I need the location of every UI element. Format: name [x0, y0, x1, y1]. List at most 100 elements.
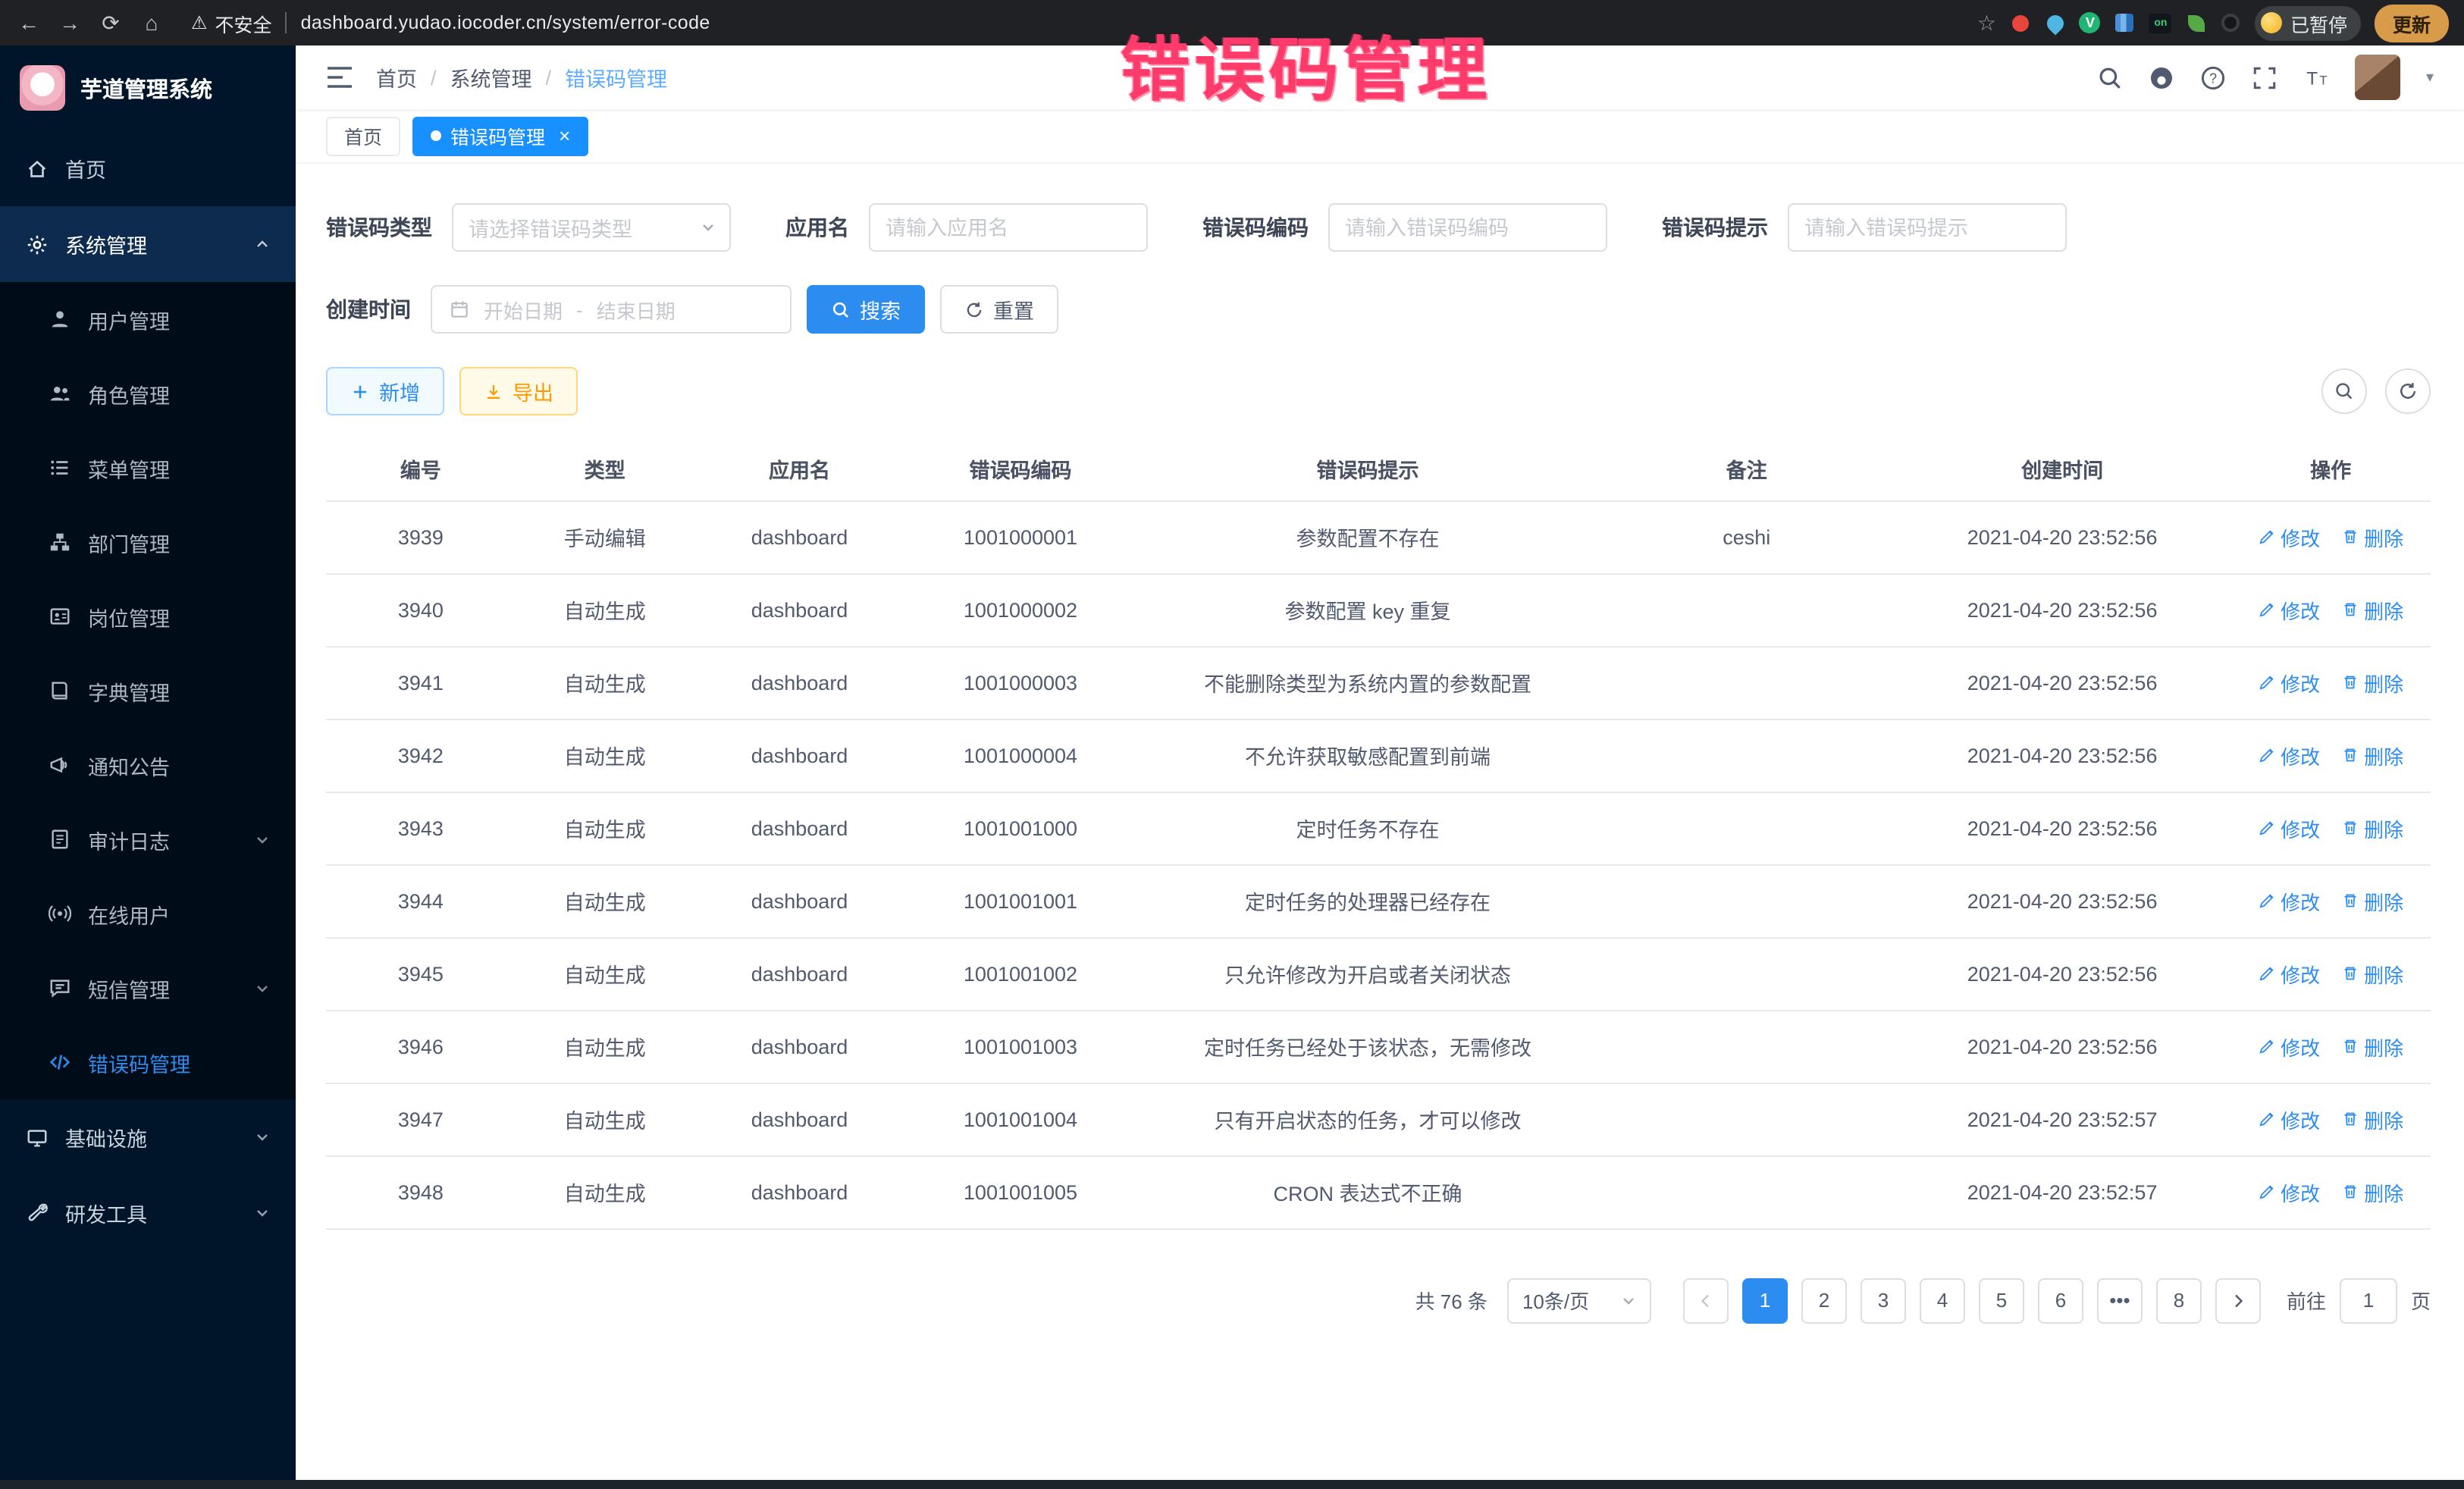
browser-update-button[interactable]: 更新 — [2375, 4, 2449, 42]
edit-link[interactable]: 修改 — [2258, 522, 2320, 551]
delete-link[interactable]: 删除 — [2341, 741, 2403, 770]
user-avatar[interactable] — [2355, 55, 2400, 100]
sidebar-item-6[interactable]: 岗位管理 — [0, 579, 296, 654]
delete-link[interactable]: 删除 — [2341, 522, 2403, 551]
error-code-input[interactable] — [1328, 203, 1607, 252]
reload-icon[interactable]: ⟳ — [97, 10, 124, 36]
breadcrumb-item-1[interactable]: 系统管理 — [450, 62, 532, 92]
sidebar-item-0[interactable]: 首页 — [0, 130, 296, 206]
help-icon[interactable]: ? — [2200, 64, 2226, 90]
edit-link[interactable]: 修改 — [2258, 886, 2320, 915]
delete-link[interactable]: 删除 — [2341, 886, 2403, 915]
extension-grid-icon[interactable] — [2114, 12, 2136, 33]
sidebar-item-14[interactable]: 研发工具 — [0, 1175, 296, 1251]
cell-hint: 只有开启状态的任务，才可以修改 — [1136, 1083, 1600, 1155]
search-button[interactable]: 搜索 — [807, 285, 925, 334]
delete-link[interactable]: 删除 — [2341, 595, 2403, 624]
edit-link[interactable]: 修改 — [2258, 668, 2320, 697]
extension-red-icon[interactable] — [2010, 12, 2031, 33]
github-icon[interactable] — [2149, 64, 2174, 90]
back-icon[interactable]: ← — [15, 11, 42, 35]
calendar-icon — [449, 299, 470, 320]
page-size-select[interactable]: 10条/页 — [1507, 1277, 1651, 1323]
extension-v-icon[interactable]: V — [2080, 12, 2101, 33]
error-type-select[interactable]: 请选择错误码类型 — [452, 203, 731, 252]
sidebar-item-7[interactable]: 字典管理 — [0, 654, 296, 728]
security-label: 不安全 — [215, 8, 272, 37]
cell-app: dashboard — [694, 1155, 905, 1228]
delete-link[interactable]: 删除 — [2341, 813, 2403, 842]
page-button-8[interactable]: 8 — [2156, 1277, 2202, 1323]
home-icon[interactable]: ⌂ — [138, 11, 165, 35]
extension-knot-icon[interactable] — [2221, 12, 2242, 33]
fullscreen-icon[interactable] — [2252, 64, 2277, 90]
edit-link[interactable]: 修改 — [2258, 959, 2320, 988]
date-range-picker[interactable]: 开始日期 - 结束日期 — [431, 285, 792, 334]
cell-type: 自动生成 — [516, 1083, 694, 1155]
close-icon[interactable]: × — [559, 126, 570, 146]
breadcrumb-item-2[interactable]: 错误码管理 — [565, 62, 667, 92]
extension-leaf-icon[interactable] — [2186, 12, 2207, 33]
browser-profile-chip[interactable]: 已暂停 — [2256, 5, 2361, 40]
pagination-ellipsis[interactable]: ••• — [2097, 1277, 2143, 1323]
delete-link[interactable]: 删除 — [2341, 959, 2403, 988]
breadcrumb-item-0[interactable]: 首页 — [376, 62, 417, 92]
security-indicator[interactable]: ⚠ 不安全 — [191, 8, 272, 37]
font-size-icon[interactable]: TT — [2303, 64, 2329, 90]
sidebar-item-8[interactable]: 通知公告 — [0, 728, 296, 802]
page-button-3[interactable]: 3 — [1861, 1277, 1906, 1323]
page-button-1[interactable]: 1 — [1742, 1277, 1788, 1323]
page-button-2[interactable]: 2 — [1801, 1277, 1847, 1323]
extension-on-icon[interactable]: on — [2149, 13, 2172, 33]
column-header: 操作 — [2230, 437, 2431, 500]
cell-actions: 修改删除 — [2230, 719, 2431, 792]
sidebar-item-5[interactable]: 部门管理 — [0, 505, 296, 579]
address-url[interactable]: dashboard.yudao.iocoder.cn/system/error-… — [301, 12, 710, 33]
sidebar-item-4[interactable]: 菜单管理 — [0, 431, 296, 505]
collapse-menu-icon[interactable] — [326, 67, 353, 88]
reset-button[interactable]: 重置 — [940, 285, 1058, 334]
delete-link[interactable]: 删除 — [2341, 1105, 2403, 1133]
sidebar-item-9[interactable]: 审计日志 — [0, 802, 296, 876]
cell-time: 2021-04-20 23:52:56 — [1894, 937, 2230, 1010]
forward-icon[interactable]: → — [56, 11, 83, 35]
next-page-button[interactable] — [2215, 1277, 2261, 1323]
extension-drop-icon[interactable] — [2045, 12, 2066, 33]
edit-link[interactable]: 修改 — [2258, 1032, 2320, 1061]
edit-link[interactable]: 修改 — [2258, 741, 2320, 770]
goto-page-input[interactable] — [2340, 1277, 2397, 1323]
edit-link[interactable]: 修改 — [2258, 595, 2320, 624]
sidebar-item-1[interactable]: 系统管理 — [0, 206, 296, 282]
sidebar-item-3[interactable]: 角色管理 — [0, 356, 296, 431]
toolbar-refresh-icon[interactable] — [2385, 368, 2431, 414]
sidebar-item-10[interactable]: 在线用户 — [0, 876, 296, 951]
sidebar-item-11[interactable]: 短信管理 — [0, 951, 296, 1025]
search-icon[interactable] — [2097, 64, 2123, 90]
error-hint-input[interactable] — [1788, 203, 2067, 252]
tab-1[interactable]: 错误码管理× — [412, 116, 588, 155]
chevron-down-icon[interactable]: ▾ — [2426, 69, 2434, 86]
page-button-6[interactable]: 6 — [2038, 1277, 2083, 1323]
sidebar-item-13[interactable]: 基础设施 — [0, 1099, 296, 1175]
sidebar-item-12[interactable]: 错误码管理 — [0, 1025, 296, 1099]
sidebar-logo[interactable]: 芋道管理系统 — [0, 45, 296, 130]
page-button-4[interactable]: 4 — [1920, 1277, 1965, 1323]
bookmark-star-icon[interactable]: ☆ — [1977, 10, 1996, 36]
home-icon — [24, 156, 49, 180]
delete-link[interactable]: 删除 — [2341, 1032, 2403, 1061]
sidebar-item-2[interactable]: 用户管理 — [0, 282, 296, 356]
edit-link[interactable]: 修改 — [2258, 813, 2320, 842]
table-row: 3939手动编辑dashboard1001000001参数配置不存在ceshi2… — [326, 500, 2431, 573]
add-button[interactable]: 新增 — [326, 367, 444, 415]
tab-0[interactable]: 首页 — [326, 116, 400, 155]
delete-link[interactable]: 删除 — [2341, 668, 2403, 697]
edit-link[interactable]: 修改 — [2258, 1105, 2320, 1133]
export-button[interactable]: 导出 — [459, 367, 578, 415]
app-name-input[interactable] — [869, 203, 1148, 252]
toolbar-search-icon[interactable] — [2321, 368, 2367, 414]
delete-link[interactable]: 删除 — [2341, 1177, 2403, 1206]
cell-actions: 修改删除 — [2230, 864, 2431, 937]
edit-link[interactable]: 修改 — [2258, 1177, 2320, 1206]
prev-page-button[interactable] — [1683, 1277, 1729, 1323]
page-button-5[interactable]: 5 — [1979, 1277, 2024, 1323]
